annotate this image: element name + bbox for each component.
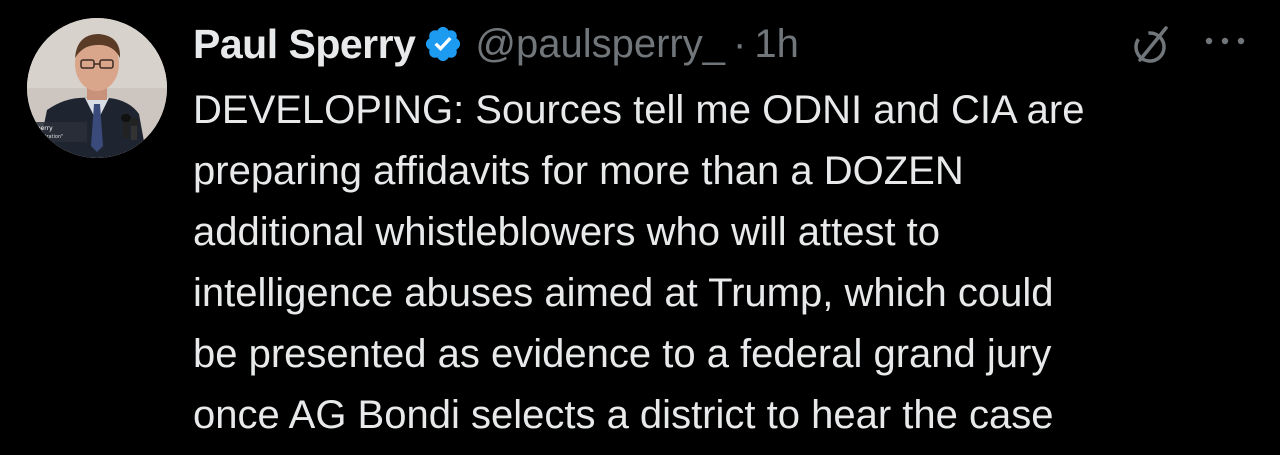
tweet-text-line: once AG Bondi selects a district to hear… [193, 393, 1054, 437]
tweet-text-line: additional whistleblowers who will attes… [193, 210, 941, 254]
tweet-text: DEVELOPING: Sources tell me ODNI and CIA… [193, 80, 1253, 446]
tweet[interactable]: Sperry "Infiltration" Paul Sperry @pauls… [0, 0, 1280, 455]
tweet-text-line: preparing affidavits for more than a DOZ… [193, 149, 964, 193]
tweet-timestamp[interactable]: 1h [754, 22, 799, 67]
verified-badge-icon[interactable] [423, 24, 463, 64]
author-handle[interactable]: @paulsperry_ [475, 22, 725, 67]
avatar-caption-line-1: Sperry [33, 125, 53, 132]
author-display-name[interactable]: Paul Sperry [193, 21, 416, 68]
separator-dot: · [733, 21, 747, 66]
grok-icon[interactable] [1128, 22, 1174, 68]
more-options-icon[interactable] [1200, 30, 1250, 52]
avatar[interactable]: Sperry "Infiltration" [27, 18, 167, 158]
tweet-text-line: be presented as evidence to a federal gr… [193, 332, 1052, 376]
avatar-caption-line-2: "Infiltration" [33, 134, 63, 140]
avatar-photo: Sperry "Infiltration" [27, 18, 167, 158]
tweet-text-line: DEVELOPING: Sources tell me ODNI and CIA… [193, 88, 1085, 132]
tweet-header: Paul Sperry @paulsperry_ · 1h [193, 16, 799, 72]
tweet-text-line: intelligence abuses aimed at Trump, whic… [193, 271, 1054, 315]
